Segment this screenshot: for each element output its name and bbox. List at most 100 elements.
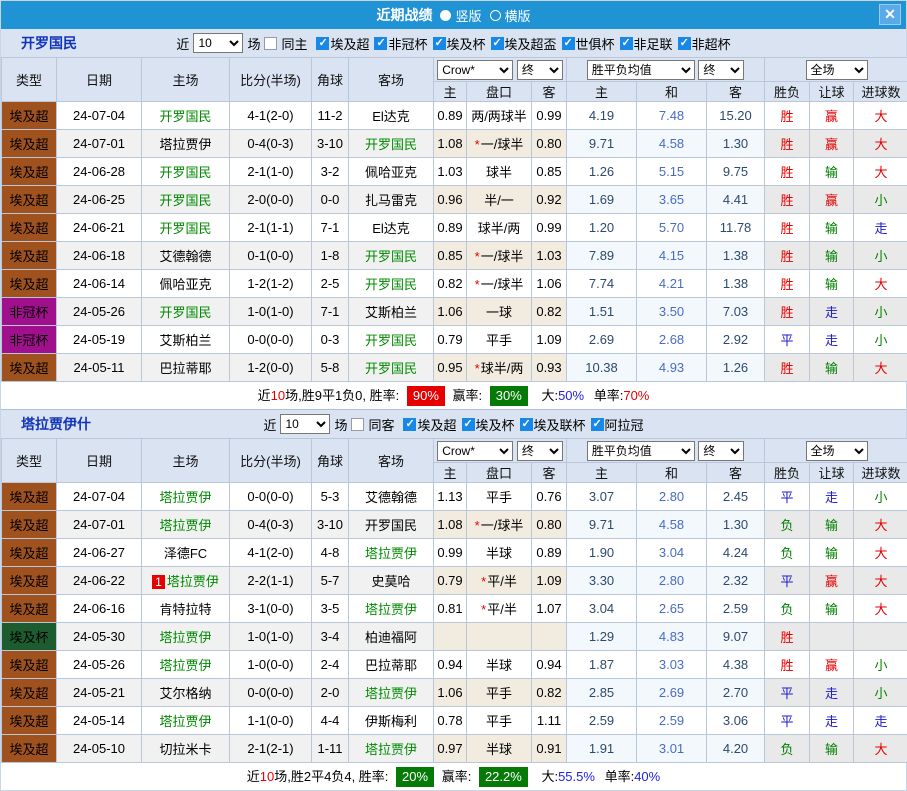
handicap-odds-home: 1.08 xyxy=(434,511,467,539)
star-icon: * xyxy=(475,518,480,533)
recent-count-select[interactable]: 10 xyxy=(193,33,243,53)
avg-time-select[interactable]: 终 xyxy=(698,60,744,80)
avg-draw-odds: 7.48 xyxy=(637,102,707,130)
match-result: 胜 xyxy=(765,186,810,214)
near-label: 近 xyxy=(176,34,189,53)
league-type-badge: 埃及超 xyxy=(2,270,57,298)
match-row: 埃及超24-06-28开罗国民2-1(1-0)3-2佩哈亚克1.03球半0.85… xyxy=(2,158,907,186)
avg-draw-odds: 4.58 xyxy=(637,511,707,539)
avg-time-select[interactable]: 终 xyxy=(698,441,744,461)
layout-radio-horizontal[interactable]: 横版 xyxy=(482,6,531,25)
league-label: 埃及杯 xyxy=(476,415,515,434)
close-button[interactable]: ✕ xyxy=(879,4,901,25)
single-value: 40% xyxy=(634,769,660,784)
match-result: 平 xyxy=(765,326,810,354)
home-team: 1塔拉贾伊 xyxy=(142,567,230,595)
checkbox-checked-icon[interactable] xyxy=(620,37,633,50)
handicap-odds-away: 0.94 xyxy=(532,651,567,679)
summary-record: 场,胜2平4负4, 胜率: xyxy=(274,769,388,784)
goals-result: 小 xyxy=(854,298,907,326)
win-rate-badge: 20% xyxy=(396,767,434,787)
match-row: 埃及超24-07-04开罗国民4-1(2-0)11-2El达克0.89两/两球半… xyxy=(2,102,907,130)
checkbox-checked-icon[interactable] xyxy=(678,37,691,50)
goals-result: 大 xyxy=(854,511,907,539)
match-row: 埃及超24-07-01塔拉贾伊0-4(0-3)3-10开罗国民1.08*一/球半… xyxy=(2,130,907,158)
league-filter[interactable]: 埃及联杯 xyxy=(520,415,586,434)
odds-time-select[interactable]: 终 xyxy=(517,441,563,461)
avg-odds-select[interactable]: 胜平负均值 xyxy=(587,441,695,461)
checkbox-checked-icon[interactable] xyxy=(491,37,504,50)
checkbox-checked-icon[interactable] xyxy=(433,37,446,50)
same-venue-checkbox[interactable] xyxy=(264,37,277,50)
odds-company-select[interactable]: Crow* xyxy=(437,60,513,80)
corner-count: 3-5 xyxy=(312,595,349,623)
checkbox-checked-icon[interactable] xyxy=(591,418,604,431)
league-filter[interactable]: 埃及杯 xyxy=(433,34,486,53)
league-label: 埃及超 xyxy=(330,34,369,53)
match-date: 24-06-14 xyxy=(57,270,142,298)
avg-odds-select[interactable]: 胜平负均值 xyxy=(587,60,695,80)
scope-select[interactable]: 全场 xyxy=(806,60,868,80)
layout-radio-vertical[interactable]: 竖版 xyxy=(432,6,481,25)
col-score: 比分(半场) xyxy=(230,439,312,483)
handicap-odds-away: 0.76 xyxy=(532,483,567,511)
profit-rate-label: 赢率: xyxy=(453,388,483,403)
handicap: 球半 xyxy=(467,158,532,186)
avg-draw-odds: 3.50 xyxy=(637,298,707,326)
checkbox-checked-icon[interactable] xyxy=(520,418,533,431)
match-date: 24-05-21 xyxy=(57,679,142,707)
odds-company-select[interactable]: Crow* xyxy=(437,441,513,461)
handicap-odds-away: 0.85 xyxy=(532,158,567,186)
goals-result: 大 xyxy=(854,595,907,623)
league-filter[interactable]: 埃及杯 xyxy=(462,415,515,434)
sub-handicap: 盘口 xyxy=(467,82,532,102)
league-filter[interactable]: 埃及超 xyxy=(403,415,456,434)
league-filter[interactable]: 埃及超 xyxy=(316,34,369,53)
match-row: 埃及超24-07-01塔拉贾伊0-4(0-3)3-10开罗国民1.08*一/球半… xyxy=(2,511,907,539)
corner-count: 5-8 xyxy=(312,354,349,382)
odds-time-select[interactable]: 终 xyxy=(517,60,563,80)
league-filter[interactable]: 世俱杯 xyxy=(562,34,615,53)
avg-draw-odds: 3.03 xyxy=(637,651,707,679)
handicap: *一/球半 xyxy=(467,511,532,539)
checkbox-checked-icon[interactable] xyxy=(462,418,475,431)
matches-table: 类型 日期 主场 比分(半场) 角球 客场 Crow* 终 胜平负均值 终 xyxy=(1,57,907,382)
avg-group-header: 胜平负均值 终 xyxy=(567,58,765,82)
single-label: 单率: xyxy=(605,769,635,784)
home-team: 艾斯柏兰 xyxy=(142,326,230,354)
avg-away-odds: 2.59 xyxy=(707,595,765,623)
checkbox-checked-icon[interactable] xyxy=(374,37,387,50)
handicap: 一球 xyxy=(467,298,532,326)
radio-unselected-icon[interactable] xyxy=(490,10,501,21)
score: 0-4(0-3) xyxy=(230,511,312,539)
avg-home-odds: 2.85 xyxy=(567,679,637,707)
avg-away-odds: 9.07 xyxy=(707,623,765,651)
score: 1-1(0-0) xyxy=(230,707,312,735)
score: 0-0(0-0) xyxy=(230,326,312,354)
league-filter[interactable]: 非足联 xyxy=(620,34,673,53)
same-venue-checkbox[interactable] xyxy=(351,418,364,431)
handicap-result: 走 xyxy=(810,483,854,511)
scope-select[interactable]: 全场 xyxy=(806,441,868,461)
match-date: 24-07-01 xyxy=(57,130,142,158)
league-filter[interactable]: 阿拉冠 xyxy=(591,415,644,434)
avg-away-odds: 1.30 xyxy=(707,511,765,539)
home-team: 泽德FC xyxy=(142,539,230,567)
goals-result: 走 xyxy=(854,707,907,735)
checkbox-checked-icon[interactable] xyxy=(403,418,416,431)
league-filter[interactable]: 埃及超盃 xyxy=(491,34,557,53)
handicap-odds-away: 0.91 xyxy=(532,735,567,763)
checkbox-checked-icon[interactable] xyxy=(316,37,329,50)
league-type-badge: 埃及超 xyxy=(2,130,57,158)
league-type-badge: 埃及超 xyxy=(2,186,57,214)
handicap-odds-home: 0.82 xyxy=(434,270,467,298)
league-filter[interactable]: 非超杯 xyxy=(678,34,731,53)
checkbox-checked-icon[interactable] xyxy=(562,37,575,50)
avg-away-odds: 2.45 xyxy=(707,483,765,511)
radio-selected-icon[interactable] xyxy=(440,10,451,21)
handicap: *一/球半 xyxy=(467,270,532,298)
league-filter-group: 埃及超 埃及杯埃及联杯阿拉冠 xyxy=(398,415,643,434)
recent-count-select[interactable]: 10 xyxy=(280,414,330,434)
handicap-odds-home xyxy=(434,623,467,651)
league-filter[interactable]: 非冠杯 xyxy=(374,34,427,53)
